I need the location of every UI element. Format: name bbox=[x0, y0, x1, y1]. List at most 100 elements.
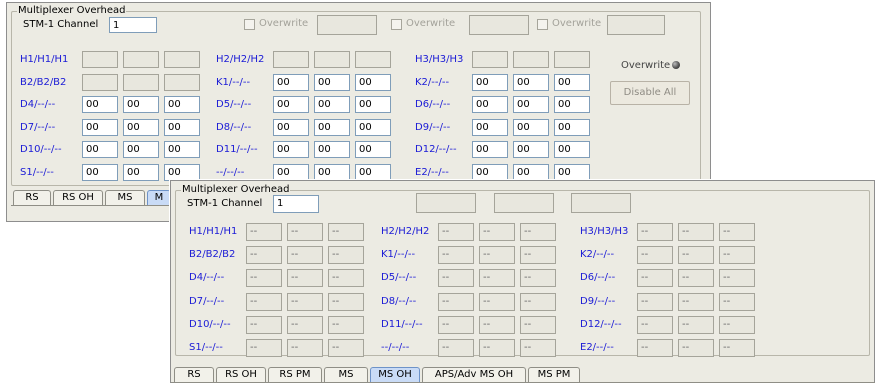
front_panel-overhead-byte-field: -- bbox=[328, 269, 364, 288]
back_panel-overhead-byte-field[interactable]: 00 bbox=[82, 141, 118, 158]
back_panel-overhead-byte-field[interactable]: 00 bbox=[554, 118, 590, 136]
back_panel-overhead-byte-field[interactable]: 00 bbox=[355, 141, 391, 158]
back_panel-row-label: H3/H3/H3 bbox=[415, 54, 464, 65]
front-tab-ms[interactable]: MS bbox=[324, 367, 368, 382]
back_panel-overhead-byte-field[interactable]: 00 bbox=[472, 73, 508, 91]
back_panel-overhead-byte-field[interactable]: 00 bbox=[273, 163, 309, 181]
back_panel-overhead-byte-field[interactable]: 00 bbox=[164, 141, 200, 158]
back-overwrite-checkbox-1[interactable] bbox=[244, 19, 255, 30]
back-overwrite-checkbox-3[interactable] bbox=[537, 19, 548, 30]
back_panel-row-label: H1/H1/H1 bbox=[20, 54, 69, 65]
front_panel-overhead-byte-field: -- bbox=[520, 315, 556, 334]
back-overwrite-checkbox-2[interactable] bbox=[391, 19, 402, 30]
front_panel-overhead-byte-field: -- bbox=[637, 292, 673, 311]
back_panel-row-label: D5/--/-- bbox=[216, 99, 252, 110]
back_panel-overhead-byte-field[interactable]: 00 bbox=[314, 73, 350, 91]
front_panel-overhead-byte-field: -- bbox=[479, 269, 515, 288]
front_panel-overhead-byte-field: -- bbox=[287, 246, 323, 265]
front_panel-overhead-byte-field: -- bbox=[246, 246, 282, 265]
back_panel-overhead-byte-field bbox=[123, 73, 159, 91]
front_panel-overhead-byte-field: -- bbox=[637, 246, 673, 265]
front_panel-overhead-byte-field: -- bbox=[479, 246, 515, 265]
front_panel-overhead-byte-field: -- bbox=[719, 246, 755, 265]
back_panel-overhead-byte-field[interactable]: 00 bbox=[554, 73, 590, 91]
back_panel-overhead-byte-field[interactable]: 00 bbox=[472, 163, 508, 181]
front_panel-row-label: H2/H2/H2 bbox=[381, 226, 430, 237]
back_panel-overhead-byte-field[interactable]: 00 bbox=[273, 141, 309, 158]
back_panel-overhead-byte-field[interactable]: 00 bbox=[123, 96, 159, 113]
back_panel-overhead-byte-field[interactable]: 00 bbox=[123, 118, 159, 136]
front_panel-row-label: D10/--/-- bbox=[189, 318, 231, 330]
back_panel-overhead-byte-field[interactable]: 00 bbox=[273, 118, 309, 136]
front_panel-overhead-byte-field: -- bbox=[719, 223, 755, 241]
back_panel-overhead-byte-field[interactable]: 00 bbox=[355, 118, 391, 136]
front_panel-overhead-byte-field: -- bbox=[678, 315, 714, 334]
back_panel-overhead-byte-field bbox=[314, 51, 350, 68]
back_panel-row-label: D8/--/-- bbox=[216, 121, 252, 133]
back_panel-overhead-byte-field[interactable]: 00 bbox=[472, 141, 508, 158]
back_panel-overhead-byte-field[interactable]: 00 bbox=[513, 96, 549, 113]
back_panel-overhead-byte-field[interactable]: 00 bbox=[554, 163, 590, 181]
front-overwrite-field-2 bbox=[494, 193, 554, 213]
front_panel-overhead-byte-field: -- bbox=[520, 339, 556, 357]
back_panel-row-label: D9/--/-- bbox=[415, 121, 451, 133]
disable-all-button[interactable]: Disable All bbox=[610, 81, 690, 105]
front-tab-rs-oh[interactable]: RS OH bbox=[216, 367, 266, 382]
back_panel-overhead-byte-field[interactable]: 00 bbox=[314, 96, 350, 113]
overwrite-led-icon bbox=[672, 61, 680, 69]
back_panel-overhead-byte-field bbox=[273, 51, 309, 68]
front-tab-aps-adv-ms-oh[interactable]: APS/Adv MS OH bbox=[422, 367, 526, 382]
back_panel-overhead-byte-field[interactable]: 00 bbox=[554, 141, 590, 158]
back_panel-overhead-byte-field[interactable]: 00 bbox=[164, 96, 200, 113]
back_panel-overhead-byte-field[interactable]: 00 bbox=[82, 163, 118, 181]
front-tab-rs-pm[interactable]: RS PM bbox=[268, 367, 322, 382]
back_panel-overhead-byte-field[interactable]: 00 bbox=[513, 118, 549, 136]
back_panel-overhead-byte-field[interactable]: 00 bbox=[355, 163, 391, 181]
back_panel-overhead-byte-field[interactable]: 00 bbox=[513, 163, 549, 181]
back_panel-overhead-byte-field[interactable]: 00 bbox=[123, 141, 159, 158]
front_panel-overhead-byte-field: -- bbox=[287, 223, 323, 241]
back_panel-overhead-byte-field[interactable]: 00 bbox=[164, 118, 200, 136]
front_panel-overhead-byte-field: -- bbox=[438, 223, 474, 241]
back-tab-rs[interactable]: RS bbox=[13, 190, 51, 205]
back_panel-overhead-byte-field[interactable]: 00 bbox=[314, 141, 350, 158]
back_panel-overhead-byte-field[interactable]: 00 bbox=[472, 118, 508, 136]
back_panel-overhead-byte-field[interactable]: 00 bbox=[314, 118, 350, 136]
back_panel-row-label: K2/--/-- bbox=[415, 76, 450, 88]
back_panel-overhead-byte-field[interactable]: 00 bbox=[513, 73, 549, 91]
back_panel-overhead-byte-field[interactable]: 00 bbox=[273, 73, 309, 91]
back-stm-channel-input[interactable]: 1 bbox=[109, 17, 157, 33]
back_panel-overhead-byte-field[interactable]: 00 bbox=[314, 163, 350, 181]
back_panel-overhead-byte-field[interactable]: 00 bbox=[355, 73, 391, 91]
back_panel-overhead-byte-field[interactable]: 00 bbox=[355, 96, 391, 113]
front-tab-ms-oh[interactable]: MS OH bbox=[370, 367, 420, 382]
back_panel-overhead-byte-field[interactable]: 00 bbox=[82, 118, 118, 136]
front_panel-overhead-byte-field: -- bbox=[479, 223, 515, 241]
back_panel-overhead-byte-field[interactable]: 00 bbox=[472, 96, 508, 113]
front-tab-ms-pm[interactable]: MS PM bbox=[528, 367, 580, 382]
back_panel-overhead-byte-field[interactable]: 00 bbox=[554, 96, 590, 113]
back-tab-rs-oh[interactable]: RS OH bbox=[53, 190, 103, 205]
back-tab-ms-oh[interactable]: M bbox=[147, 190, 171, 205]
back_panel-overhead-byte-field[interactable]: 00 bbox=[513, 141, 549, 158]
back_panel-overhead-byte-field[interactable]: 00 bbox=[164, 163, 200, 181]
front-tab-rs[interactable]: RS bbox=[174, 367, 214, 382]
front_panel-row-label: H1/H1/H1 bbox=[189, 226, 238, 237]
back_panel-row-label: D4/--/-- bbox=[20, 99, 56, 110]
back_panel-overhead-byte-field bbox=[513, 51, 549, 68]
back_panel-overhead-byte-field bbox=[554, 51, 590, 68]
back_panel-overhead-byte-field bbox=[123, 51, 159, 68]
front_panel-row-label: D5/--/-- bbox=[381, 272, 417, 284]
front_panel-overhead-byte-field: -- bbox=[328, 246, 364, 265]
back_panel-overhead-byte-field[interactable]: 00 bbox=[273, 96, 309, 113]
back-overwrite-label-1: Overwrite bbox=[259, 18, 309, 29]
back-overwrite-field-2 bbox=[469, 15, 529, 35]
front_panel-row-label: D12/--/-- bbox=[580, 318, 622, 330]
back_panel-overhead-byte-field[interactable]: 00 bbox=[123, 163, 159, 181]
back-tab-ms[interactable]: MS bbox=[105, 190, 145, 205]
front-stm-channel-input[interactable]: 1 bbox=[273, 195, 319, 213]
back-overwrite-field-1 bbox=[317, 15, 377, 35]
back_panel-overhead-byte-field[interactable]: 00 bbox=[82, 96, 118, 113]
front_panel-row-label: --/--/-- bbox=[381, 342, 410, 353]
back_panel-overhead-byte-field bbox=[82, 73, 118, 91]
